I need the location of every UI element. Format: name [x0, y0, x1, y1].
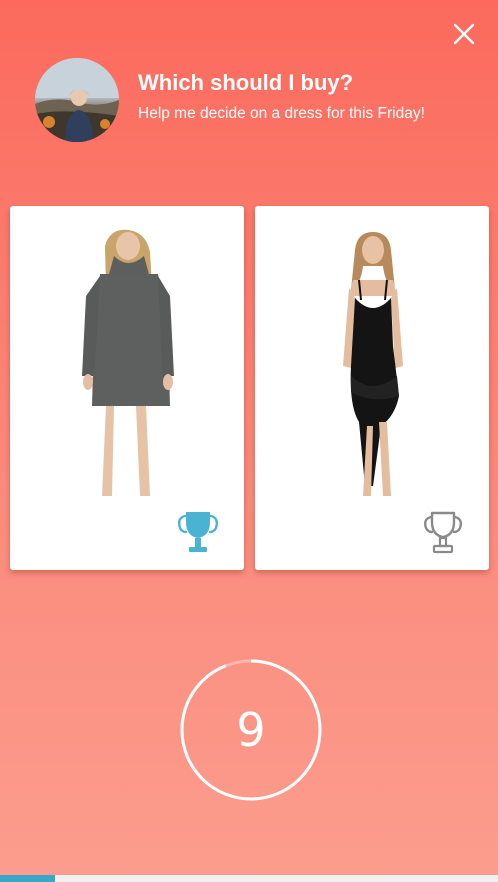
countdown-timer: 9	[180, 659, 322, 801]
trophy-icon	[423, 511, 463, 554]
question-title: Which should I buy?	[138, 70, 354, 95]
trophy-icon	[177, 512, 219, 552]
close-button[interactable]	[452, 22, 476, 46]
vote-trophy-option-2[interactable]	[419, 508, 467, 556]
countdown-number: 9	[236, 703, 266, 757]
option-card-1[interactable]	[10, 206, 244, 570]
close-icon	[453, 23, 475, 45]
question-subtitle: Help me decide on a dress for this Frida…	[138, 105, 425, 122]
progress-fill	[0, 875, 55, 882]
dress-image-gray	[10, 226, 244, 496]
question-header: Which should I buy? Help me decide on a …	[138, 70, 478, 124]
progress-bar	[0, 875, 498, 882]
avatar	[35, 58, 119, 142]
dress-image-black	[255, 226, 489, 496]
option-card-2[interactable]	[255, 206, 489, 570]
vote-trophy-option-1[interactable]	[174, 508, 222, 556]
